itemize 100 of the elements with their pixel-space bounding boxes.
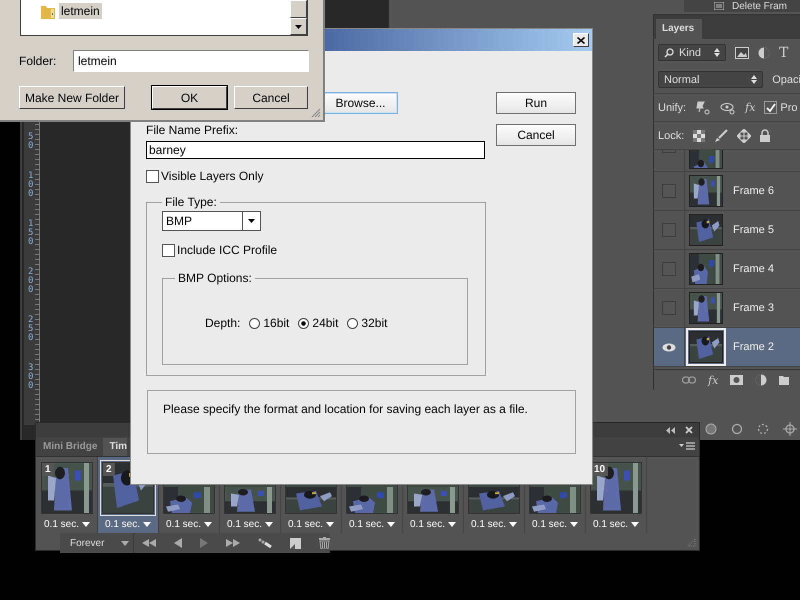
image-filter-icon[interactable] (735, 46, 749, 58)
delay-dropdown[interactable]: 0.1 sec. (532, 519, 578, 530)
caret-icon (204, 522, 212, 527)
folder-icon[interactable] (779, 375, 790, 385)
ruler-label: 100 (28, 172, 34, 199)
dialog-button[interactable]: Cancel (496, 124, 576, 146)
scrollbar[interactable] (290, 0, 307, 35)
delay-dropdown[interactable]: 0.1 sec. (104, 519, 152, 530)
delay-dropdown[interactable]: 0.1 sec. (410, 519, 456, 530)
checkbox[interactable] (162, 244, 175, 256)
padlock-icon[interactable] (760, 129, 770, 142)
tree-item[interactable]: letmein (59, 3, 102, 19)
tween-icon[interactable] (258, 538, 272, 548)
folder-icon (41, 3, 55, 19)
close-icon[interactable] (685, 426, 693, 434)
layer-row[interactable]: Frame 2 (654, 328, 800, 367)
half-circle-icon[interactable] (758, 46, 770, 58)
caret-icon (265, 522, 274, 527)
scroll-down-button[interactable] (290, 18, 307, 35)
blend-mode-dropdown[interactable]: Normal (658, 71, 764, 88)
unify-label: Unify: (658, 102, 686, 114)
file-type-dropdown[interactable]: BMP (162, 211, 261, 231)
dialog-button[interactable]: Run (496, 92, 576, 114)
search-icon (664, 48, 674, 58)
layer-row[interactable]: Frame 4 (654, 250, 800, 289)
caret-icon (448, 522, 456, 527)
history-item[interactable]: Delete Fram (732, 0, 788, 12)
layer-row[interactable]: Frame 6 (654, 172, 800, 211)
browse-button[interactable]: Browse... (323, 92, 398, 114)
circle-icon[interactable] (705, 423, 717, 435)
caret-icon (570, 522, 578, 527)
layer-name: Frame 3 (733, 302, 774, 314)
dialog-button[interactable]: Cancel (234, 86, 308, 109)
circle-icon[interactable] (731, 423, 743, 435)
radio-button[interactable] (347, 318, 358, 328)
checkbox[interactable] (764, 101, 778, 114)
next-frame-icon[interactable] (226, 539, 240, 547)
trash-icon[interactable] (319, 537, 330, 549)
pin-link-icon[interactable] (695, 100, 712, 114)
half-circle-icon[interactable] (755, 374, 768, 386)
visibility-toggle[interactable] (662, 223, 676, 237)
mask-icon[interactable] (730, 375, 744, 385)
frame-number: 2 (103, 463, 115, 476)
radio-button[interactable] (298, 318, 310, 328)
field-label: Folder: (19, 54, 58, 68)
delay-dropdown[interactable]: 0.1 sec. (592, 519, 640, 530)
delay-dropdown[interactable]: 0.1 sec. (470, 519, 518, 530)
opacity-label: Opaci (772, 74, 800, 86)
group-label: BMP Options: (177, 271, 253, 285)
dotted-circle-icon[interactable] (757, 423, 769, 435)
layer-row[interactable]: Frame 3 (654, 289, 800, 328)
input-field[interactable]: letmein (73, 50, 309, 72)
delay-dropdown[interactable]: 0.1 sec. (288, 519, 334, 530)
type-filter-button[interactable]: T (779, 44, 788, 60)
caret-icon (631, 522, 640, 527)
panel-tab[interactable]: Tim (103, 438, 128, 456)
input-field[interactable]: barney (146, 141, 485, 159)
radio-label: 24bit (312, 316, 338, 330)
checker-lock-icon[interactable] (693, 130, 706, 142)
dialog-button[interactable]: OK (152, 86, 227, 109)
delay-dropdown[interactable]: 0.1 sec. (44, 519, 90, 530)
updown-arrow-icon (751, 75, 758, 84)
ruler-label: 50 (28, 133, 34, 151)
new-frame-icon[interactable] (290, 538, 301, 548)
layer-style-button[interactable]: fx (708, 374, 718, 386)
layers-tab[interactable]: Layers (656, 19, 702, 39)
previous-frame-icon[interactable] (174, 538, 182, 548)
eye-icon[interactable] (662, 342, 676, 352)
panel-menu-icon[interactable] (679, 442, 695, 451)
brush-icon[interactable] (714, 128, 728, 142)
crosshair-icon[interactable] (783, 422, 797, 436)
delay-dropdown[interactable]: 0.1 sec. (348, 519, 396, 530)
visibility-toggle[interactable] (662, 301, 676, 315)
layer-name: Frame 6 (733, 185, 774, 197)
unify-style-button[interactable]: fx (745, 101, 756, 114)
collapse-icon[interactable] (666, 426, 676, 434)
group-label: File Type: (164, 195, 218, 209)
checkbox[interactable] (146, 170, 159, 182)
radio-button[interactable] (249, 318, 260, 328)
resize-grip-icon (310, 107, 321, 118)
checkmark-icon (766, 102, 776, 112)
checkbox-label: Include ICC Profile (177, 243, 278, 257)
close-button[interactable] (573, 33, 589, 47)
layer-row[interactable]: Frame 5 (654, 211, 800, 250)
visibility-toggle[interactable] (662, 262, 676, 276)
ruler-label: 300 (28, 364, 34, 391)
layer-name: Frame 4 (733, 263, 774, 275)
updown-arrow-icon (714, 48, 720, 57)
dialog-button[interactable]: Make New Folder (19, 86, 125, 109)
link-icon[interactable] (682, 376, 696, 384)
first-frame-icon[interactable] (142, 539, 156, 547)
eye-link-icon[interactable] (720, 100, 736, 114)
delay-dropdown[interactable]: 0.1 sec. (226, 519, 274, 530)
caret-icon (326, 522, 334, 527)
visibility-toggle[interactable] (662, 184, 676, 198)
delay-dropdown[interactable]: 0.1 sec. (166, 519, 212, 530)
resize-grip-icon (687, 538, 696, 547)
filter-dropdown[interactable]: Kind (658, 44, 726, 61)
message-text: Please specify the format and location for saving each layer as a file. (163, 402, 528, 416)
move-icon[interactable] (737, 128, 752, 142)
